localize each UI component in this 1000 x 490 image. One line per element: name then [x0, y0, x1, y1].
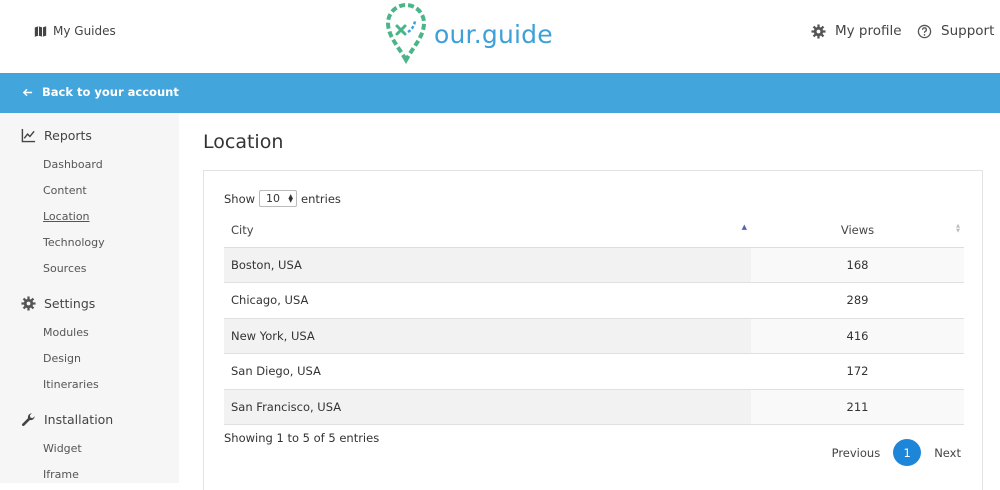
sidebar-section-installation[interactable]: Installation: [21, 412, 113, 427]
my-profile-link[interactable]: My profile: [811, 23, 902, 39]
table-row: San Francisco, USA 211: [224, 389, 964, 425]
page-1-button[interactable]: 1: [893, 439, 922, 466]
views-cell: 289: [751, 282, 964, 319]
entries-label: entries: [301, 191, 341, 206]
pagination: Previous 1 Next: [831, 439, 962, 466]
sidebar-item-widget[interactable]: Widget: [43, 442, 82, 455]
table-row: Boston, USA 168: [224, 247, 964, 283]
gear-icon: [811, 23, 826, 39]
page-title: Location: [203, 131, 284, 153]
my-profile-label: My profile: [835, 23, 902, 39]
entries-select[interactable]: 10 ▲ ▼: [259, 190, 298, 207]
sort-both-icon: ▲ ▼: [956, 223, 960, 234]
support-label: Support: [941, 23, 995, 39]
city-cell: San Diego, USA: [224, 353, 751, 390]
sidebar-item-iframe[interactable]: Iframe: [43, 468, 79, 481]
entries-select-value: 10: [266, 192, 281, 205]
line-chart-icon: [21, 128, 36, 143]
city-cell: Chicago, USA: [224, 282, 751, 319]
map-icon: [34, 25, 47, 37]
back-to-account-link[interactable]: Back to your account: [22, 85, 179, 99]
table-row: New York, USA 416: [224, 318, 964, 354]
sidebar-item-itineraries[interactable]: Itineraries: [43, 378, 99, 391]
next-page-button[interactable]: Next: [933, 446, 962, 460]
select-arrows-icon: ▲ ▼: [288, 192, 294, 204]
logo[interactable]: our.guide: [384, 2, 553, 64]
table-row: Chicago, USA 289: [224, 282, 964, 319]
sidebar: Reports Dashboard Content Location Techn…: [0, 113, 179, 483]
location-table: City ▲ Views ▲ ▼ Boston, USA 168 Chicago,…: [224, 213, 964, 425]
main-content: Location Show 10 ▲ ▼ entries City ▲ Views: [179, 113, 1000, 490]
wrench-icon: [22, 413, 35, 426]
views-cell: 211: [751, 389, 964, 425]
sidebar-item-modules[interactable]: Modules: [43, 326, 89, 339]
question-circle-icon: [917, 24, 932, 38]
table-row: San Diego, USA 172: [224, 353, 964, 390]
city-cell: Boston, USA: [224, 247, 751, 283]
sidebar-item-technology[interactable]: Technology: [43, 236, 105, 249]
sidebar-section-settings[interactable]: Settings: [21, 296, 95, 311]
sidebar-item-content[interactable]: Content: [43, 184, 87, 197]
column-header-city[interactable]: City ▲: [224, 213, 751, 248]
views-cell: 172: [751, 353, 964, 390]
sidebar-item-location[interactable]: Location: [43, 210, 90, 223]
previous-page-button[interactable]: Previous: [831, 446, 882, 460]
location-table-panel: Show 10 ▲ ▼ entries City ▲ Views ▲ ▼ Bos…: [203, 170, 983, 490]
table-info-text: Showing 1 to 5 of 5 entries: [224, 431, 380, 445]
sub-navigation-bar: Back to your account: [0, 73, 1000, 113]
arrow-left-icon: [22, 88, 33, 96]
back-link-label: Back to your account: [42, 85, 179, 99]
city-cell: San Francisco, USA: [224, 389, 751, 425]
location-pin-logo-icon: [385, 3, 427, 64]
my-guides-link[interactable]: My Guides: [34, 24, 116, 38]
my-guides-label: My Guides: [53, 24, 116, 38]
views-cell: 168: [751, 247, 964, 283]
column-header-label: Views: [840, 222, 875, 237]
logo-text: our.guide: [434, 19, 553, 49]
sidebar-item-dashboard[interactable]: Dashboard: [43, 158, 103, 171]
show-label: Show: [224, 191, 256, 206]
support-link[interactable]: Support: [917, 23, 994, 39]
city-cell: New York, USA: [224, 318, 751, 354]
sidebar-section-reports[interactable]: Reports: [21, 128, 92, 143]
sidebar-section-label: Installation: [44, 412, 114, 427]
sidebar-item-sources[interactable]: Sources: [43, 262, 87, 275]
column-header-label: City: [231, 222, 254, 237]
gear-icon: [21, 296, 36, 311]
sort-ascending-icon: ▲: [741, 223, 747, 231]
views-cell: 416: [751, 318, 964, 354]
table-header-row: City ▲ Views ▲ ▼: [224, 213, 964, 248]
sidebar-section-label: Reports: [44, 128, 92, 143]
sidebar-section-label: Settings: [44, 296, 96, 311]
sidebar-item-design[interactable]: Design: [43, 352, 81, 365]
top-header: My Guides our.guide My profile Support: [0, 0, 1000, 73]
column-header-views[interactable]: Views ▲ ▼: [751, 213, 964, 248]
entries-length-control: Show 10 ▲ ▼ entries: [224, 190, 341, 207]
